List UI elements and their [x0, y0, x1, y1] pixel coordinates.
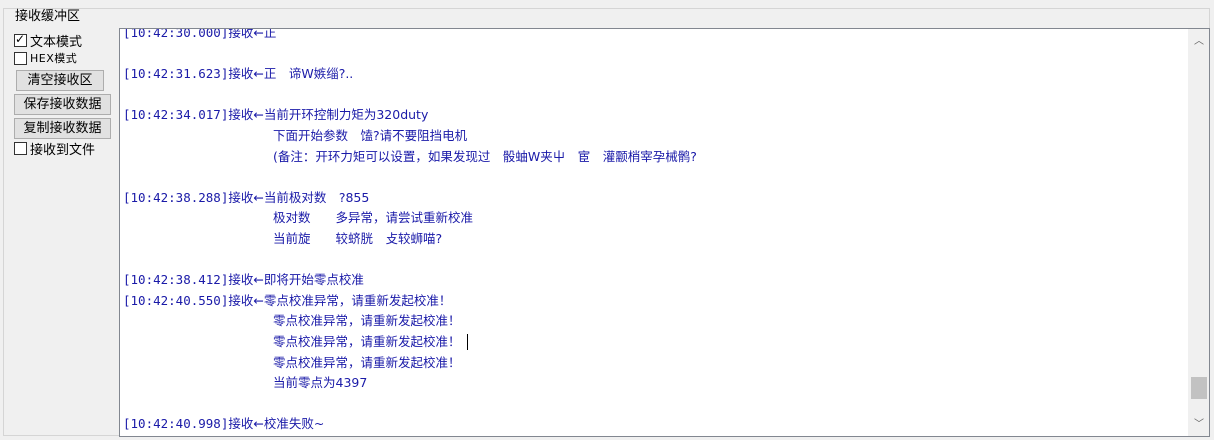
text-mode-label: 文本模式 — [30, 34, 83, 50]
checkbox-unchecked-icon[interactable] — [14, 141, 27, 155]
checkbox-unchecked-icon[interactable] — [14, 51, 27, 65]
log-timestamp: [10:42:40.550] — [123, 292, 229, 308]
log-line: (备注：开环力矩可以设置，如果发现过 骰蚰W夹屮 宦 灌颥梢宰孕械鹘? — [123, 147, 1183, 168]
hex-mode-checkbox[interactable]: HEX模式 — [14, 49, 114, 67]
log-line: 当前零点为4397 — [123, 373, 1183, 394]
log-message: 接收←校准失败~ — [228, 416, 325, 432]
receive-buffer-group: 接收缓冲区 文本模式 HEX模式 清空接收区 保存接收数据 复制接收数据 接收到… — [3, 8, 1210, 437]
down-arrow-icon[interactable]: ﹀ — [1189, 416, 1209, 434]
hex-mode-label: HEX模式 — [30, 52, 78, 65]
up-arrow-icon[interactable]: ︿ — [1189, 33, 1209, 51]
receive-text-area[interactable]: [10:42:30.000]接收←正 [10:42:31.623]接收←正 谛W嫉… — [119, 28, 1210, 437]
checkbox-checked-icon[interactable] — [14, 32, 27, 47]
text-caret — [466, 334, 468, 351]
log-line: [10:42:30.000]接收←正 — [123, 28, 1183, 44]
log-timestamp: [10:42:38.288] — [123, 189, 229, 205]
log-line: [10:42:31.623]接收←正 谛W嫉缁?.. — [123, 64, 1183, 85]
clear-receive-button[interactable]: 清空接收区 — [16, 70, 104, 91]
log-message: 接收←正 — [228, 28, 277, 40]
log-message: (备注：开环力矩可以设置，如果发现过 骰蚰W夹屮 宦 灌颥梢宰孕械鹘? — [273, 148, 697, 164]
log-message: 接收←正 谛W嫉缁?.. — [228, 66, 354, 82]
log-message: 接收←零点校准异常，请重新发起校准！ — [228, 292, 452, 308]
log-message: 接收←当前极对数 ?855 — [228, 189, 370, 205]
log-line: 下面开始参数 馌?请不要阻挡电机 — [123, 126, 1183, 147]
log-line: [10:42:38.288]接收←当前极对数 ?855 — [123, 188, 1183, 209]
log-timestamp: [10:42:31.623] — [123, 66, 229, 82]
log-line: [10:42:38.412]接收←即将开始零点校准 — [123, 270, 1183, 291]
log-message: 零点校准异常，请重新发起校准！ — [273, 354, 461, 370]
log-message: 接收←即将开始零点校准 — [228, 272, 364, 288]
receive-to-file-label: 接收到文件 — [30, 142, 96, 158]
log-message: 当前零点为4397 — [273, 375, 368, 391]
log-timestamp: [10:42:30.000] — [123, 28, 229, 40]
log-line: [10:42:40.550]接收←零点校准异常，请重新发起校准！ — [123, 291, 1183, 312]
copy-receive-button[interactable]: 复制接收数据 — [14, 118, 111, 139]
log-timestamp: [10:42:34.017] — [123, 107, 229, 123]
log-message: 当前旋 较蛴胱 攴较蛳喵? — [273, 230, 443, 246]
log-line: [10:42:40.998]接收←校准失败~ — [123, 414, 1183, 435]
log-message: 极对数 多异常，请尝试重新校准 — [273, 210, 474, 226]
log-line: 零点校准异常，请重新发起校准！ — [123, 332, 1183, 353]
log-message: 零点校准异常，请重新发起校准！ — [273, 313, 461, 329]
scrollbar-thumb[interactable] — [1191, 377, 1207, 399]
receive-log: [10:42:30.000]接收←正 [10:42:31.623]接收←正 谛W嫉… — [123, 28, 1183, 435]
receive-options: 文本模式 HEX模式 清空接收区 保存接收数据 复制接收数据 接收到文件 — [14, 31, 114, 158]
log-message: 接收←当前开环控制力矩为320duty — [228, 107, 429, 123]
log-line: 极对数 多异常，请尝试重新校准 — [123, 208, 1183, 229]
log-line: 零点校准异常，请重新发起校准！ — [123, 353, 1183, 374]
receive-to-file-checkbox[interactable]: 接收到文件 — [14, 139, 114, 158]
log-line: 零点校准异常，请重新发起校准！ — [123, 311, 1183, 332]
log-line: [10:42:34.017]接收←当前开环控制力矩为320duty — [123, 105, 1183, 126]
log-timestamp: [10:42:40.998] — [123, 416, 229, 432]
save-receive-button[interactable]: 保存接收数据 — [14, 94, 111, 115]
text-mode-checkbox[interactable]: 文本模式 — [14, 31, 114, 50]
log-message: 下面开始参数 馌?请不要阻挡电机 — [273, 127, 468, 143]
group-title: 接收缓冲区 — [12, 9, 84, 25]
log-message: 零点校准异常，请重新发起校准！ — [273, 333, 461, 349]
log-timestamp: [10:42:38.412] — [123, 272, 229, 288]
log-line: 当前旋 较蛴胱 攴较蛳喵? — [123, 229, 1183, 250]
vertical-scrollbar[interactable]: ︿ ﹀ — [1188, 29, 1209, 436]
